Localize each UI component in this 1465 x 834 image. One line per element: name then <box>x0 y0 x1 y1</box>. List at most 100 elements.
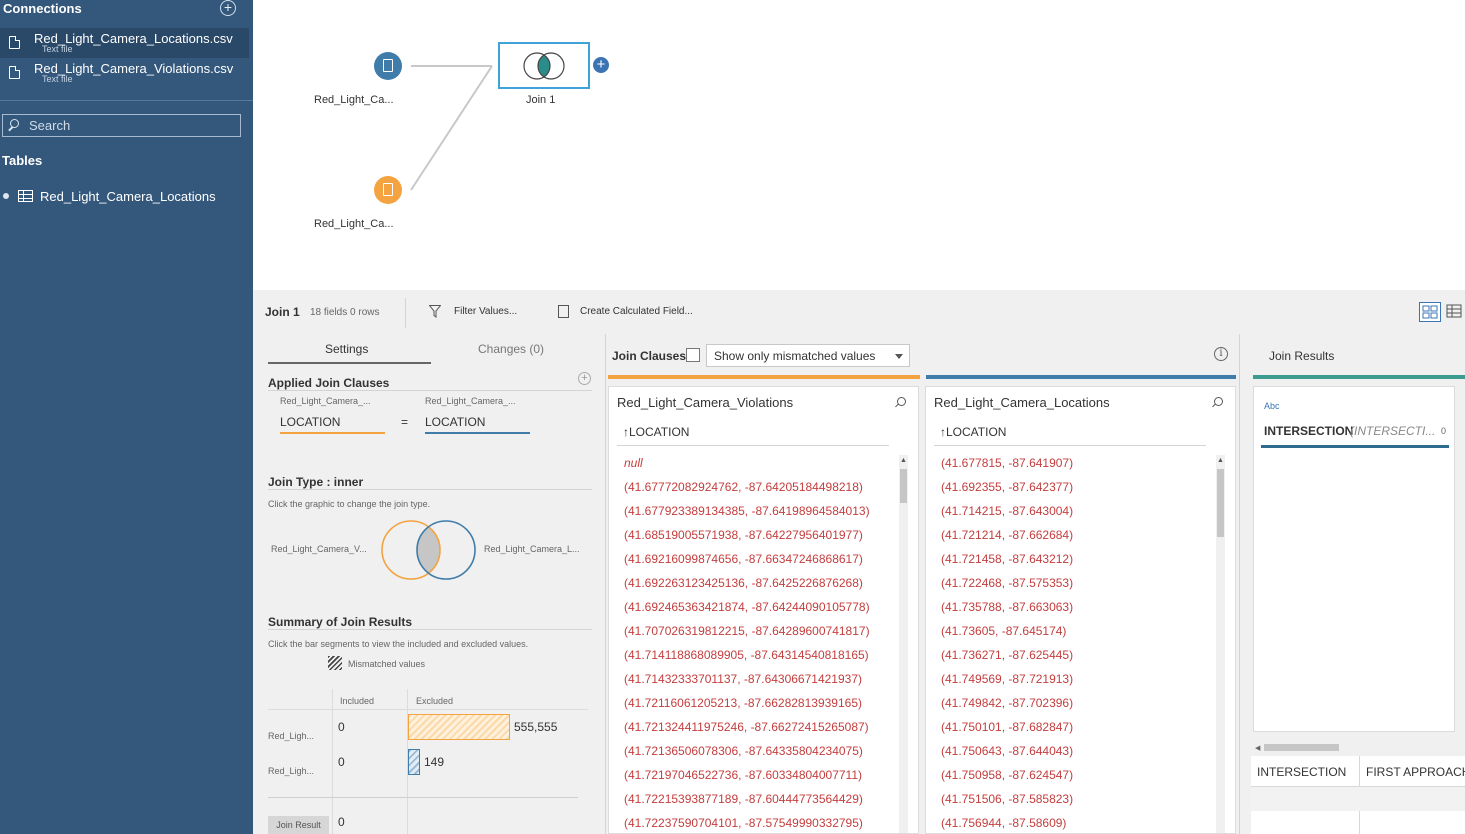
results-column-header[interactable]: FIRST APPROACH <box>1366 765 1465 779</box>
section-divider <box>268 489 592 490</box>
left-values-list: null (41.67772082924762, -87.642051844982… <box>624 455 870 833</box>
left-values-scrollbar[interactable]: ▲ <box>899 455 908 833</box>
summary-title: Summary of Join Results <box>268 615 413 629</box>
value-item[interactable]: (41.67772082924762, -87.64205184498218) <box>624 479 870 503</box>
join-type-hint: Click the graphic to change the join typ… <box>268 499 431 509</box>
value-item[interactable]: (41.72215393877189, -87.60444773564429) <box>624 791 870 815</box>
value-item[interactable]: (41.721214, -87.662684) <box>941 527 1073 551</box>
connection-item-violations[interactable]: Red_Light_Camera_Violations.csv Text fil… <box>0 58 249 88</box>
value-item[interactable]: (41.714118868089905, -87.64314540818165) <box>624 647 870 671</box>
tab-changes[interactable]: Changes (0) <box>478 342 544 356</box>
value-item[interactable]: (41.72136506078306, -87.64335804234075) <box>624 743 870 767</box>
right-join-field[interactable]: LOCATION <box>425 415 530 434</box>
search-input[interactable] <box>29 117 229 134</box>
section-divider <box>268 390 592 391</box>
mismatch-checkbox[interactable] <box>686 348 700 362</box>
results-horizontal-scrollbar[interactable]: ◀ <box>1255 743 1465 752</box>
value-item[interactable]: (41.692355, -87.642377) <box>941 479 1073 503</box>
filter-values-button[interactable]: Filter Values... <box>454 306 517 317</box>
excluded-bar-locations[interactable] <box>408 749 420 775</box>
info-icon[interactable]: i <box>1214 347 1228 361</box>
value-item[interactable]: (41.69216099874656, -87.66347246868617) <box>624 551 870 575</box>
card-view-toggle[interactable] <box>1419 302 1441 322</box>
right-profile-card: Red_Light_Camera_Locations ↑LOCATION (41… <box>925 386 1236 834</box>
value-item[interactable]: (41.707026319812215, -87.64289600741817) <box>624 623 870 647</box>
right-values-list: (41.677815, -87.641907) (41.692355, -87.6… <box>941 455 1073 833</box>
scroll-up-icon[interactable]: ▲ <box>900 457 907 464</box>
join-step-node[interactable] <box>498 42 590 89</box>
connection-item-locations[interactable]: Red_Light_Camera_Locations.csv Text file <box>0 28 249 58</box>
table-view-toggle[interactable] <box>1444 302 1465 322</box>
value-item[interactable]: (41.750643, -87.644043) <box>941 743 1073 767</box>
value-item[interactable]: null <box>624 455 870 479</box>
summary-header-line <box>268 709 588 710</box>
filter-icon <box>429 305 441 318</box>
right-source-color-bar <box>926 375 1236 379</box>
value-item[interactable]: (41.72116061205213, -87.66282813939165) <box>624 695 870 719</box>
connections-sidebar: Connections + Red_Light_Camera_Locations… <box>0 0 253 834</box>
value-item[interactable]: (41.714215, -87.643004) <box>941 503 1073 527</box>
excluded-bar-violations[interactable] <box>408 714 510 740</box>
input-node-label: Red_Light_Ca... <box>314 218 394 230</box>
scroll-thumb[interactable] <box>900 469 907 503</box>
join-operator[interactable]: = <box>401 415 408 429</box>
value-item[interactable]: (41.68519005571938, -87.64227956401977) <box>624 527 870 551</box>
create-calculated-field-button[interactable]: Create Calculated Field... <box>580 306 693 317</box>
value-item[interactable]: (41.721458, -87.643212) <box>941 551 1073 575</box>
value-item[interactable]: (41.751506, -87.585823) <box>941 791 1073 815</box>
result-field-name[interactable]: INTERSECTION <box>1264 424 1353 438</box>
left-source-color-bar <box>608 375 920 379</box>
selected-dot-icon <box>3 193 9 199</box>
value-item[interactable]: (41.73605, -87.645174) <box>941 623 1073 647</box>
left-field-name: LOCATION <box>629 425 690 439</box>
scroll-thumb[interactable] <box>1264 744 1339 751</box>
mismatch-filter-select[interactable]: Show only mismatched values <box>706 344 910 367</box>
scroll-left-icon[interactable]: ◀ <box>1255 744 1260 752</box>
search-icon[interactable] <box>897 397 906 406</box>
value-item[interactable]: (41.71432333701137, -87.64306671421937) <box>624 671 870 695</box>
value-item[interactable]: (41.735788, -87.663063) <box>941 599 1073 623</box>
value-item[interactable]: (41.72237590704101, -87.57549990332795) <box>624 815 870 833</box>
venn-left-label: Red_Light_Camera_V... <box>271 544 367 554</box>
value-item[interactable]: (41.692263123425136, -87.6425226876268) <box>624 575 870 599</box>
step-toolbar: Join 1 18 fields 0 rows Filter Values...… <box>253 290 1465 334</box>
add-step-icon[interactable]: + <box>593 57 609 73</box>
value-item[interactable]: (41.677815, -87.641907) <box>941 455 1073 479</box>
right-values-scrollbar[interactable]: ▲ <box>1216 455 1225 833</box>
right-field-header[interactable]: ↑LOCATION <box>940 425 1006 439</box>
value-item[interactable]: (41.721324411975246, -87.66272415265087) <box>624 719 870 743</box>
table-item[interactable]: Red_Light_Camera_Locations <box>0 186 253 206</box>
right-card-title: Red_Light_Camera_Locations <box>934 395 1110 410</box>
step-title: Join 1 <box>265 305 300 319</box>
flow-canvas[interactable]: Red_Light_Ca... Red_Light_Ca... Join 1 + <box>253 0 1465 290</box>
value-item[interactable]: (41.677923389134385, -87.64198964584013) <box>624 503 870 527</box>
mismatched-legend-label: Mismatched values <box>348 659 426 669</box>
value-item[interactable]: (41.750958, -87.624547) <box>941 767 1073 791</box>
table-search-box[interactable] <box>2 114 241 137</box>
value-item[interactable]: (41.749842, -87.702396) <box>941 695 1073 719</box>
input-node-violations[interactable] <box>374 52 402 80</box>
left-join-field[interactable]: LOCATION <box>280 415 385 434</box>
search-icon[interactable] <box>1214 397 1223 406</box>
left-field-header[interactable]: ↑LOCATION <box>623 425 689 439</box>
add-join-clause-icon[interactable]: + <box>578 372 591 385</box>
value-item[interactable]: (41.736271, -87.625445) <box>941 647 1073 671</box>
section-divider <box>268 629 592 630</box>
tab-settings[interactable]: Settings <box>325 342 368 356</box>
join-type-venn-diagram[interactable] <box>380 518 482 582</box>
add-connection-icon[interactable]: + <box>220 0 236 16</box>
value-item[interactable]: (41.722468, -87.575353) <box>941 575 1073 599</box>
value-item[interactable]: (41.72197046522736, -87.60334804007711) <box>624 767 870 791</box>
venn-right-label: Red_Light_Camera_L... <box>484 544 580 554</box>
scroll-thumb[interactable] <box>1217 469 1224 537</box>
value-item[interactable]: (41.749569, -87.721913) <box>941 671 1073 695</box>
settings-panel: Settings Changes (0) Applied Join Clause… <box>268 334 601 834</box>
value-item[interactable]: (41.750101, -87.682847) <box>941 719 1073 743</box>
results-column-header[interactable]: INTERSECTION <box>1257 765 1346 779</box>
input-node-locations[interactable] <box>374 176 402 204</box>
join-results-card: Abc INTERSECTION (INTERSECTI... 0 <box>1253 386 1455 732</box>
value-item[interactable]: (41.692465363421874, -87.64244090105778) <box>624 599 870 623</box>
scroll-up-icon[interactable]: ▲ <box>1217 457 1224 464</box>
value-item[interactable]: (41.756944, -87.58609) <box>941 815 1073 833</box>
panel-divider <box>1239 334 1240 834</box>
